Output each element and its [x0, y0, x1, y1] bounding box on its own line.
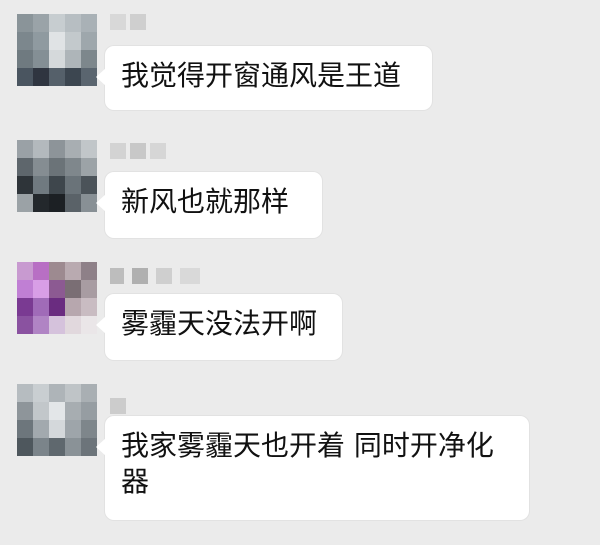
sender-name-blur: [110, 143, 166, 159]
message-bubble[interactable]: 我觉得开窗通风是王道: [96, 46, 432, 110]
message-bubble[interactable]: 新风也就那样: [96, 172, 322, 238]
message-bubble[interactable]: 雾霾天没法开啊: [96, 294, 342, 360]
avatar[interactable]: [17, 262, 97, 334]
avatar[interactable]: [17, 140, 97, 212]
sender-name-blur: [110, 398, 126, 414]
avatar[interactable]: [17, 384, 97, 456]
sender-name-blur: [110, 268, 200, 284]
avatar[interactable]: [17, 14, 97, 86]
sender-name-blur: [110, 14, 146, 30]
message-bubble[interactable]: 我家雾霾天也开着 同时开净化器: [96, 416, 529, 520]
